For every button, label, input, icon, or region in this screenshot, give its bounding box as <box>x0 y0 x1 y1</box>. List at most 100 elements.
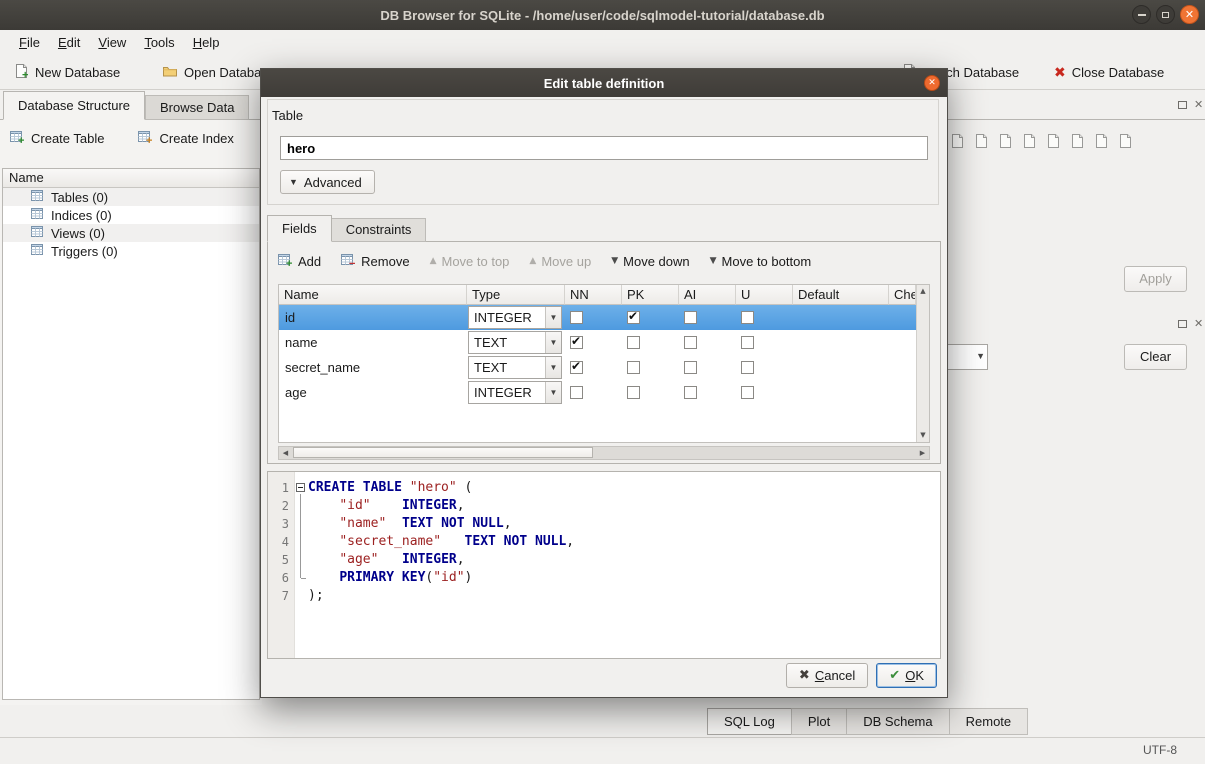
tab-sql-log[interactable]: SQL Log <box>707 708 792 735</box>
tree-item-views-0[interactable]: Views (0) <box>3 224 259 242</box>
pk-checkbox[interactable] <box>627 336 640 349</box>
chevron-down-icon[interactable]: ▼ <box>545 307 561 328</box>
menu-edit[interactable]: Edit <box>49 30 89 56</box>
restore-icon[interactable] <box>1178 320 1187 328</box>
fold-marker-box[interactable] <box>294 479 308 497</box>
grid-horizontal-scrollbar[interactable]: ◀ ▶ <box>278 446 930 460</box>
field-row-name[interactable]: nameTEXT▼ <box>279 330 929 355</box>
move-to-bottom-button[interactable]: ▼Move to bottom <box>710 254 812 269</box>
check-cell[interactable] <box>889 355 916 380</box>
nn-checkbox[interactable] <box>570 311 583 324</box>
chevron-down-icon[interactable]: ▼ <box>545 382 561 403</box>
column-header-pk[interactable]: PK <box>622 285 679 305</box>
u-checkbox[interactable] <box>741 336 754 349</box>
menu-help[interactable]: Help <box>184 30 229 56</box>
dock-toolbar-icon[interactable] <box>1118 133 1133 152</box>
field-name-cell[interactable]: age <box>279 380 467 405</box>
dock-toolbar-icon[interactable] <box>974 133 989 152</box>
column-header-type[interactable]: Type <box>467 285 565 305</box>
field-name-cell[interactable]: id <box>279 305 467 330</box>
default-cell[interactable] <box>793 330 889 355</box>
create-index-button[interactable]: + Create Index <box>138 130 233 147</box>
column-header-nn[interactable]: NN <box>565 285 622 305</box>
default-cell[interactable] <box>793 355 889 380</box>
check-cell[interactable] <box>889 305 916 330</box>
dock-close-icon[interactable]: ✕ <box>1194 318 1203 329</box>
pk-checkbox[interactable] <box>627 311 640 324</box>
tab-remote[interactable]: Remote <box>949 708 1029 735</box>
advanced-toggle-button[interactable]: ▼ Advanced <box>280 170 375 194</box>
cancel-button[interactable]: ✖ Cancel <box>786 663 868 688</box>
type-combobox[interactable]: TEXT▼ <box>468 331 562 354</box>
collapse-box-icon[interactable] <box>296 483 305 492</box>
minimize-icon[interactable] <box>1132 5 1151 24</box>
close-icon[interactable]: ✕ <box>1180 5 1199 24</box>
tab-fields[interactable]: Fields <box>267 215 332 242</box>
scroll-right-icon[interactable]: ▶ <box>916 447 929 459</box>
ok-button[interactable]: ✔ OK <box>876 663 937 688</box>
scrollbar-thumb[interactable] <box>293 447 593 458</box>
tab-plot[interactable]: Plot <box>791 708 847 735</box>
dock-toolbar-icon[interactable] <box>950 133 965 152</box>
ai-checkbox[interactable] <box>684 386 697 399</box>
field-name-cell[interactable]: secret_name <box>279 355 467 380</box>
check-cell[interactable] <box>889 380 916 405</box>
u-checkbox[interactable] <box>741 386 754 399</box>
field-row-id[interactable]: idINTEGER▼ <box>279 305 929 330</box>
menu-view[interactable]: View <box>89 30 135 56</box>
type-combobox[interactable]: INTEGER▼ <box>468 306 562 329</box>
u-checkbox[interactable] <box>741 311 754 324</box>
tab-db-schema[interactable]: DB Schema <box>846 708 949 735</box>
dock-close-icon[interactable]: ✕ <box>1194 99 1203 110</box>
field-name-cell[interactable]: name <box>279 330 467 355</box>
type-combobox[interactable]: INTEGER▼ <box>468 381 562 404</box>
ai-checkbox[interactable] <box>684 311 697 324</box>
tree-item-tables-0[interactable]: Tables (0) <box>3 188 259 206</box>
pk-checkbox[interactable] <box>627 361 640 374</box>
chevron-down-icon[interactable]: ▼ <box>545 332 561 353</box>
dock-toolbar-icon[interactable] <box>998 133 1013 152</box>
grid-vertical-scrollbar[interactable]: ▲ ▼ <box>916 285 929 442</box>
add-button[interactable]: +Add <box>278 253 321 270</box>
ai-checkbox[interactable] <box>684 361 697 374</box>
pk-checkbox[interactable] <box>627 386 640 399</box>
move-down-button[interactable]: ▼Move down <box>611 254 689 269</box>
field-row-secret-name[interactable]: secret_nameTEXT▼ <box>279 355 929 380</box>
nn-checkbox[interactable] <box>570 361 583 374</box>
ai-checkbox[interactable] <box>684 336 697 349</box>
tab-browse-data[interactable]: Browse Data <box>145 95 249 120</box>
table-name-input[interactable] <box>280 136 928 160</box>
nn-checkbox[interactable] <box>570 336 583 349</box>
dock-toolbar-icon[interactable] <box>1046 133 1061 152</box>
scroll-left-icon[interactable]: ◀ <box>279 447 292 459</box>
new-database-button[interactable]: + New Database <box>10 56 124 89</box>
menu-file[interactable]: File <box>10 30 49 56</box>
restore-icon[interactable] <box>1178 101 1187 109</box>
column-header-ai[interactable]: AI <box>679 285 736 305</box>
scroll-down-icon[interactable]: ▼ <box>917 429 929 442</box>
dock-toolbar-icon[interactable] <box>1094 133 1109 152</box>
column-header-default[interactable]: Default <box>793 285 889 305</box>
tab-database-structure[interactable]: Database Structure <box>3 91 145 120</box>
scroll-up-icon[interactable]: ▲ <box>917 285 929 298</box>
nn-checkbox[interactable] <box>570 386 583 399</box>
remove-button[interactable]: −Remove <box>341 253 409 270</box>
menu-tools[interactable]: Tools <box>135 30 183 56</box>
dock-toolbar-icon[interactable] <box>1070 133 1085 152</box>
column-header-u[interactable]: U <box>736 285 793 305</box>
column-header-name[interactable]: Name <box>279 285 467 305</box>
default-cell[interactable] <box>793 305 889 330</box>
tree-header-name[interactable]: Name <box>3 169 259 188</box>
clear-button[interactable]: Clear <box>1124 344 1187 370</box>
tree-item-triggers-0[interactable]: Triggers (0) <box>3 242 259 260</box>
u-checkbox[interactable] <box>741 361 754 374</box>
close-database-button[interactable]: ✖ Close Database <box>1050 56 1168 89</box>
apply-button[interactable]: Apply <box>1124 266 1187 292</box>
tree-item-indices-0[interactable]: Indices (0) <box>3 206 259 224</box>
tab-constraints[interactable]: Constraints <box>332 218 427 242</box>
chevron-down-icon[interactable]: ▼ <box>545 357 561 378</box>
dock-toolbar-icon[interactable] <box>1022 133 1037 152</box>
field-row-age[interactable]: ageINTEGER▼ <box>279 380 929 405</box>
maximize-icon[interactable] <box>1156 5 1175 24</box>
check-cell[interactable] <box>889 330 916 355</box>
